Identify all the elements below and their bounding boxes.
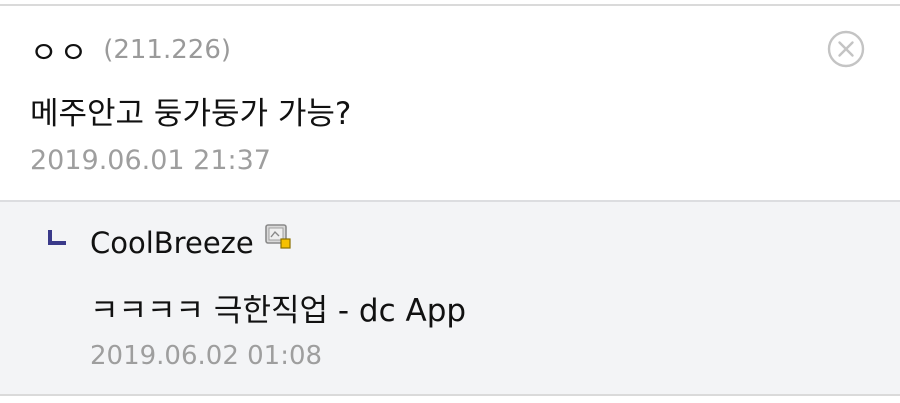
reply-item: CoolBreeze ㅋㅋㅋㅋ 극한직업 - dc App 2019.06.02… xyxy=(0,200,900,394)
delete-comment-button[interactable] xyxy=(826,29,866,69)
comment-thread: ㅇㅇ (211.226) 메주안고 둥가둥가 가능? 2019.06.01 21… xyxy=(0,0,900,403)
comment-timestamp: 2019.06.01 21:37 xyxy=(30,145,271,176)
comment-item: ㅇㅇ (211.226) 메주안고 둥가둥가 가능? 2019.06.01 21… xyxy=(0,6,900,200)
comment-nickname[interactable]: ㅇㅇ xyxy=(30,28,89,72)
comment-body: 메주안고 둥가둥가 가능? xyxy=(30,96,352,132)
reply-body: ㅋㅋㅋㅋ 극한직업 - dc App xyxy=(90,293,467,329)
reply-nickname[interactable]: CoolBreeze xyxy=(90,226,254,260)
close-circle-icon xyxy=(827,30,865,68)
fixed-nick-icon xyxy=(264,224,291,249)
comment-ip: (211.226) xyxy=(103,35,232,65)
reply-timestamp: 2019.06.02 01:08 xyxy=(90,341,323,371)
reply-arrow-icon xyxy=(48,230,66,245)
comment-author-line: ㅇㅇ (211.226) xyxy=(30,28,232,72)
reply-author-line: CoolBreeze xyxy=(90,222,292,264)
divider xyxy=(0,394,900,396)
